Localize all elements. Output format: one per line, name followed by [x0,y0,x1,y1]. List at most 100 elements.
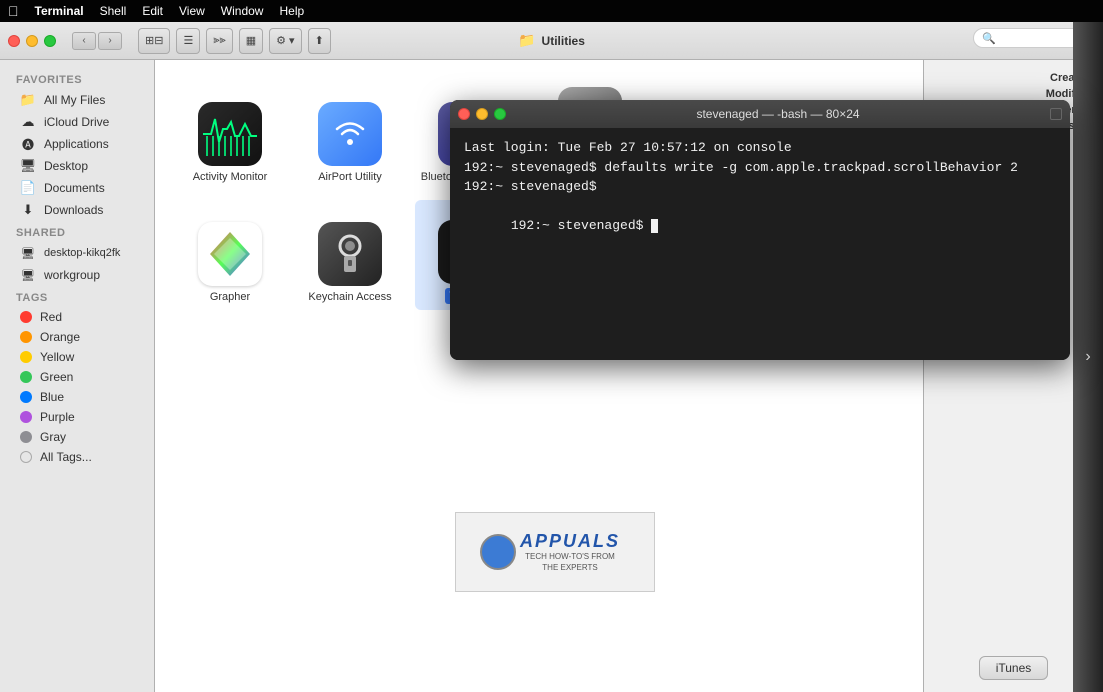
sidebar-item-desktop-network[interactable]: 🖥 desktop-kikq2fk [4,242,150,264]
sidebar-tag-purple[interactable]: Purple [4,407,150,427]
itunes-button[interactable]: iTunes [979,656,1049,680]
minimize-button[interactable] [26,35,38,47]
menu-view[interactable]: View [179,4,205,18]
applications-icon: 🅐 [20,136,36,152]
share-icon: ⬆ [315,34,324,47]
sidebar-item-label: workgroup [44,268,100,282]
sidebar-item-all-my-files[interactable]: 📁 All My Files [4,89,150,111]
sidebar-item-label: Yellow [40,350,74,364]
sidebar-item-label: desktop-kikq2fk [44,247,120,259]
finder-titlebar: ‹ › ⊞⊟ ☰ ⫸⫸ ▦ ⚙ ▾ ⬆ 📁 Utiliti [0,22,1103,60]
sidebar-item-documents[interactable]: 📄 Documents [4,177,150,199]
green-tag-dot [20,371,32,383]
all-files-icon: 📁 [20,92,36,108]
sidebar-item-label: Red [40,310,62,324]
terminal-prompt: 192:~ stevenaged$ [511,218,651,233]
sidebar-item-label: Orange [40,330,80,344]
terminal-minimize-button[interactable] [476,108,488,120]
view-cover-button[interactable]: ▦ [239,28,263,54]
terminal-cursor [651,219,658,233]
view-icons-button[interactable]: ⊞⊟ [138,28,170,54]
sidebar-tag-blue[interactable]: Blue [4,387,150,407]
menu-bar:  Terminal Shell Edit View Window Help [0,0,1103,22]
close-button[interactable] [8,35,20,47]
sidebar-item-label: Green [40,370,73,384]
icloud-icon: ☁ [20,114,36,130]
file-label: Grapher [210,290,250,304]
sidebar-item-label: Documents [44,181,105,195]
sidebar-tag-all[interactable]: All Tags... [4,447,150,467]
sidebar-tag-yellow[interactable]: Yellow [4,347,150,367]
view-list-button[interactable]: ☰ [176,28,200,54]
sidebar-item-label: All My Files [44,93,105,107]
terminal-window: stevenaged — -bash — 80×24 Last login: T… [450,100,1070,360]
orange-tag-dot [20,331,32,343]
sidebar-item-label: Downloads [44,203,103,217]
documents-icon: 📄 [20,180,36,196]
menu-shell[interactable]: Shell [100,4,127,18]
list-icon: ☰ [183,34,193,47]
terminal-resize-handle[interactable] [1050,108,1062,120]
sidebar-tag-gray[interactable]: Gray [4,427,150,447]
menu-help[interactable]: Help [279,4,304,18]
forward-button[interactable]: › [98,32,122,50]
toolbar: ⊞⊟ ☰ ⫸⫸ ▦ ⚙ ▾ ⬆ [138,28,331,54]
file-item-keychain[interactable]: Keychain Access [295,200,405,310]
panel-created-row: Created [936,72,1091,84]
sidebar-item-downloads[interactable]: ⬇ Downloads [4,199,150,221]
network-desktop-icon: 🖥 [20,245,36,261]
sidebar-tag-orange[interactable]: Orange [4,327,150,347]
file-label: Activity Monitor [193,170,268,184]
file-item-airport[interactable]: AirPort Utility [295,80,405,190]
file-item-grapher[interactable]: Grapher [175,200,285,310]
file-item-activity-monitor[interactable]: Activity Monitor [175,80,285,190]
menu-window[interactable]: Window [221,4,264,18]
gear-icon: ⚙ ▾ [276,34,294,47]
keychain-icon [318,222,382,286]
file-label: Keychain Access [308,290,391,304]
maximize-button[interactable] [44,35,56,47]
terminal-line-1: Last login: Tue Feb 27 10:57:12 on conso… [464,138,1056,158]
terminal-title: stevenaged — -bash — 80×24 [514,107,1042,121]
red-tag-dot [20,311,32,323]
terminal-line-3: 192:~ stevenaged$ [464,177,1056,197]
shared-header: Shared [0,221,154,242]
tags-header: Tags [0,286,154,307]
all-tags-dot [20,451,32,463]
gray-tag-dot [20,431,32,443]
share-button[interactable]: ⬆ [308,28,331,54]
grid-icon: ⊞⊟ [145,34,163,47]
terminal-traffic-lights [458,108,506,120]
sidebar-tag-red[interactable]: Red [4,307,150,327]
apple-menu[interactable]:  [8,3,19,19]
sidebar-item-label: Desktop [44,159,88,173]
sidebar-item-label: Gray [40,430,66,444]
sidebar-item-label: Blue [40,390,64,404]
sidebar-item-label: iCloud Drive [44,115,109,129]
sidebar-item-desktop[interactable]: 🖥 Desktop [4,155,150,177]
desktop-icon: 🖥 [20,158,36,174]
file-label: AirPort Utility [318,170,382,184]
sidebar-tag-green[interactable]: Green [4,367,150,387]
cover-icon: ▦ [246,34,256,47]
airport-icon [318,102,382,166]
menu-edit[interactable]: Edit [142,4,163,18]
back-button[interactable]: ‹ [72,32,96,50]
terminal-titlebar: stevenaged — -bash — 80×24 [450,100,1070,128]
action-button[interactable]: ⚙ ▾ [269,28,301,54]
terminal-maximize-button[interactable] [494,108,506,120]
sidebar-item-icloud[interactable]: ☁ iCloud Drive [4,111,150,133]
terminal-content[interactable]: Last login: Tue Feb 27 10:57:12 on conso… [450,128,1070,360]
sidebar-item-workgroup[interactable]: 🖥 workgroup [4,264,150,286]
folder-icon: 📁 [518,32,535,49]
sidebar-item-applications[interactable]: 🅐 Applications [4,133,150,155]
purple-tag-dot [20,411,32,423]
search-icon: 🔍 [982,32,996,45]
terminal-close-button[interactable] [458,108,470,120]
downloads-icon: ⬇ [20,202,36,218]
view-columns-button[interactable]: ⫸⫸ [206,28,232,54]
nav-buttons: ‹ › [72,32,122,50]
terminal-line-2: 192:~ stevenaged$ defaults write -g com.… [464,158,1056,178]
menu-terminal[interactable]: Terminal [35,4,84,18]
title-text: Utilities [542,34,585,48]
